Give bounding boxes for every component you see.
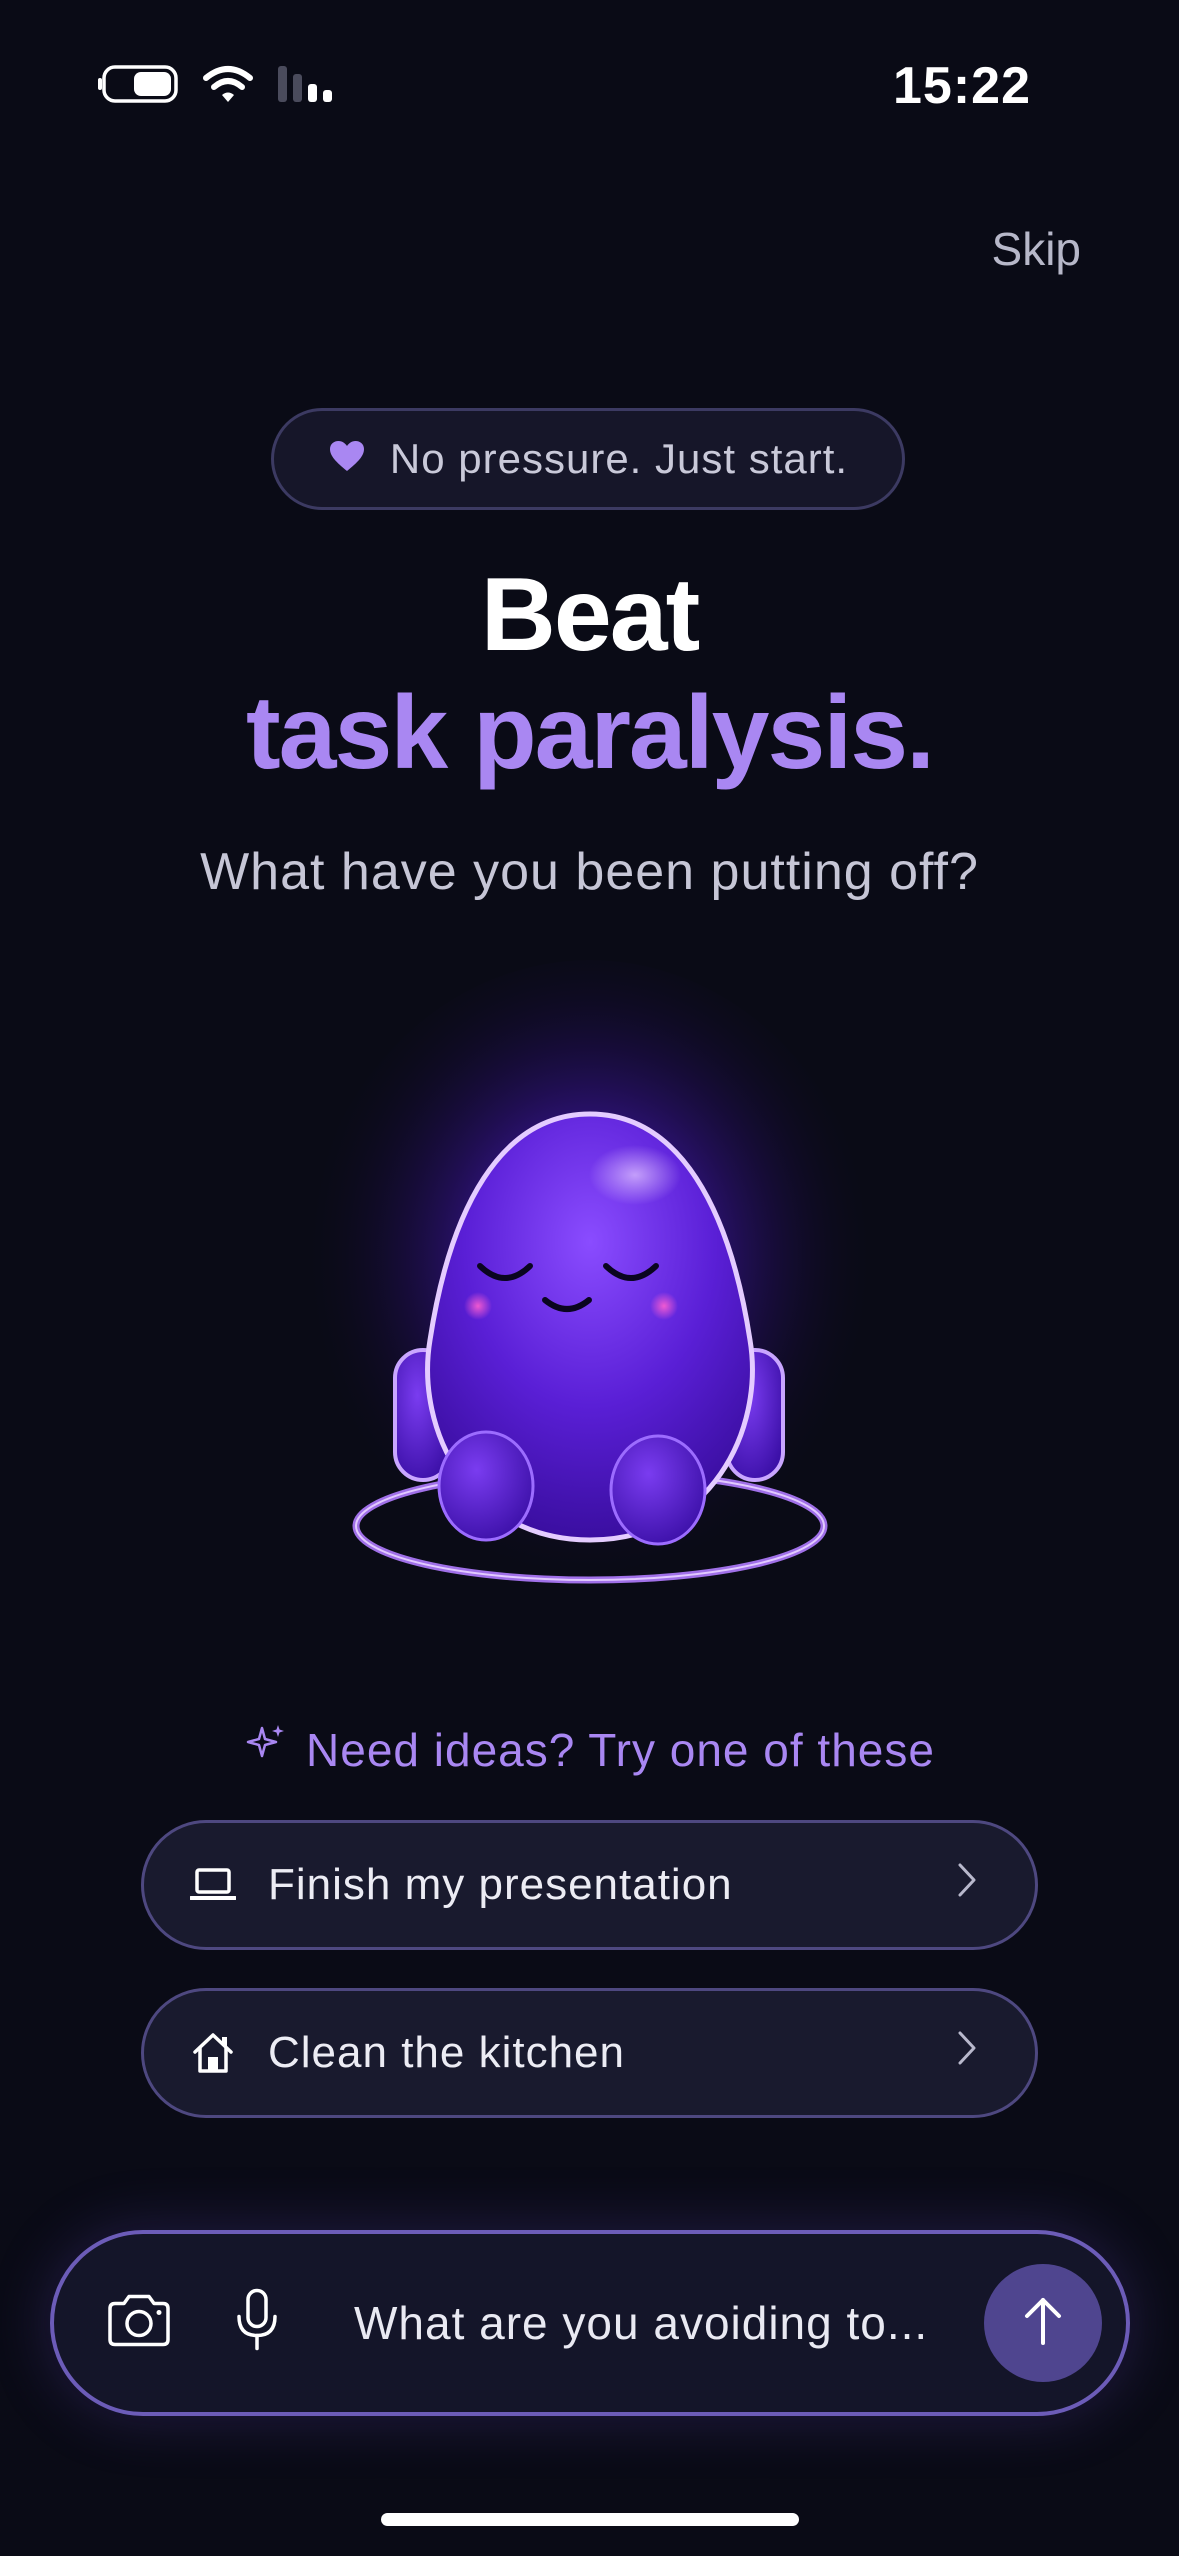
- status-time: 15:22: [893, 57, 1031, 115]
- arrow-up-icon: [1021, 2295, 1065, 2352]
- chevron-right-icon: [955, 1860, 979, 1910]
- laptop-icon: [188, 1860, 238, 1910]
- heart-icon: [328, 435, 366, 483]
- page-title-accent: task paralysis.: [246, 675, 935, 791]
- suggestion-item[interactable]: Clean the kitchen: [141, 1988, 1038, 2118]
- home-icon: [188, 2028, 238, 2078]
- battery-icon: [98, 64, 180, 109]
- mascot-illustration: [300, 960, 880, 1620]
- status-bar: 15:22: [0, 0, 1179, 160]
- skip-button[interactable]: Skip: [992, 222, 1081, 276]
- sparkle-icon: [244, 1722, 288, 1777]
- task-input[interactable]: What are you avoiding to...: [354, 2296, 994, 2350]
- page-subtitle: What have you been putting off?: [200, 843, 979, 901]
- encouragement-badge: No pressure. Just start.: [271, 408, 905, 510]
- ideas-heading-text: Need ideas? Try one of these: [306, 1723, 935, 1776]
- wifi-icon: [202, 64, 254, 109]
- status-icons: [98, 64, 340, 109]
- send-button[interactable]: [984, 2264, 1102, 2382]
- microphone-icon[interactable]: [234, 2288, 280, 2358]
- home-indicator[interactable]: [381, 2513, 799, 2526]
- suggestion-item[interactable]: Finish my presentation: [141, 1820, 1038, 1950]
- task-composer: What are you avoiding to...: [50, 2230, 1130, 2416]
- camera-icon[interactable]: [104, 2293, 174, 2354]
- badge-text: No pressure. Just start.: [389, 435, 849, 482]
- suggestion-label: Clean the kitchen: [268, 2028, 625, 2077]
- chevron-right-icon: [955, 2028, 979, 2078]
- ideas-heading: Need ideas? Try one of these: [0, 1722, 1179, 1777]
- page-title: Beat: [480, 557, 700, 673]
- suggestion-label: Finish my presentation: [268, 1860, 733, 1909]
- signal-icon: [276, 64, 340, 109]
